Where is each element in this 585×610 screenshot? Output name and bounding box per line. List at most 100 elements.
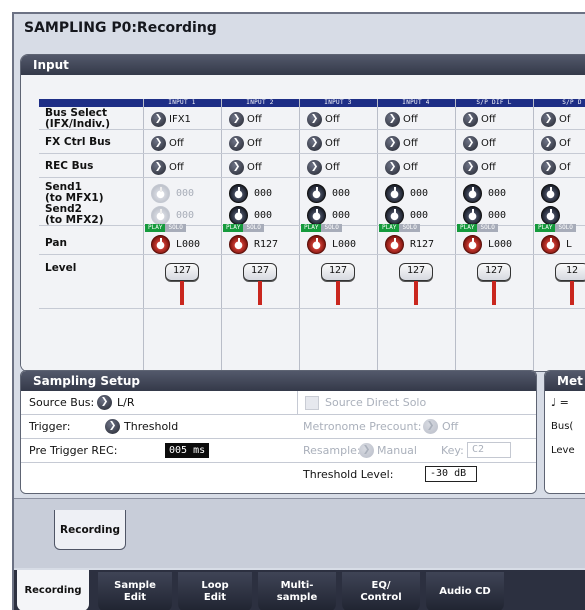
popup-arrow-icon[interactable]: ❯ xyxy=(229,111,244,127)
play-button[interactable]: PLAY xyxy=(379,224,400,232)
level-value[interactable]: 127 xyxy=(321,263,355,281)
pan-knob-cell[interactable]: R127 xyxy=(385,234,434,254)
pan-knob-icon[interactable] xyxy=(151,234,170,254)
tab-loop-edit[interactable]: Loop Edit xyxy=(178,572,252,610)
bus-select-select[interactable]: ❯ Off xyxy=(229,109,262,129)
level-fader[interactable]: 127 xyxy=(477,263,511,305)
knob-icon[interactable] xyxy=(229,205,248,225)
popup-arrow-icon[interactable]: ❯ xyxy=(307,159,322,175)
pan-knob-icon[interactable] xyxy=(307,234,326,254)
trigger-value[interactable]: Threshold xyxy=(124,420,178,434)
tab-multi-sample[interactable]: Multi- sample xyxy=(258,572,336,610)
knob-icon[interactable] xyxy=(385,183,404,203)
knob-icon[interactable] xyxy=(229,183,248,203)
level-value[interactable]: 127 xyxy=(165,263,199,281)
send2-knob-cell[interactable]: 000 xyxy=(385,205,428,225)
send2-knob-cell[interactable] xyxy=(541,205,566,225)
pre-trigger-value[interactable]: 005 ms xyxy=(165,443,210,458)
rec-bus-select[interactable]: ❯ Off xyxy=(385,157,418,177)
fx-ctrl-bus-select[interactable]: ❯ Off xyxy=(307,133,340,153)
pan-knob-cell[interactable]: L000 xyxy=(463,234,512,254)
send1-knob-cell[interactable]: 000 xyxy=(385,183,428,203)
knob-icon[interactable] xyxy=(463,205,482,225)
solo-button[interactable]: SOLO xyxy=(243,224,264,232)
popup-arrow-icon[interactable]: ❯ xyxy=(151,135,166,151)
send2-knob-cell[interactable]: 000 xyxy=(463,205,506,225)
source-bus-value[interactable]: L/R xyxy=(117,396,134,410)
source-bus-popup-icon[interactable]: ❯ xyxy=(97,395,112,410)
popup-arrow-icon[interactable]: ❯ xyxy=(385,111,400,127)
popup-arrow-icon[interactable]: ❯ xyxy=(307,111,322,127)
play-solo-indicator[interactable]: PLAY SOLO xyxy=(145,224,186,232)
rec-bus-select[interactable]: ❯ Off xyxy=(151,157,184,177)
level-value[interactable]: 12 xyxy=(555,263,585,281)
popup-arrow-icon[interactable]: ❯ xyxy=(385,159,400,175)
send1-knob-cell[interactable]: 000 xyxy=(229,183,272,203)
popup-arrow-icon[interactable]: ❯ xyxy=(151,111,166,127)
play-solo-indicator[interactable]: PLAY SOLO xyxy=(535,224,576,232)
popup-arrow-icon[interactable]: ❯ xyxy=(385,135,400,151)
play-solo-indicator[interactable]: PLAY SOLO xyxy=(223,224,264,232)
fx-ctrl-bus-select[interactable]: ❯ Off xyxy=(151,133,184,153)
level-fader[interactable]: 127 xyxy=(399,263,433,305)
rec-bus-select[interactable]: ❯ Off xyxy=(229,157,262,177)
fx-ctrl-bus-select[interactable]: ❯ Off xyxy=(385,133,418,153)
metronome-precount-popup-icon[interactable]: ❯ xyxy=(423,419,438,434)
play-button[interactable]: PLAY xyxy=(535,224,556,232)
level-value[interactable]: 127 xyxy=(477,263,511,281)
bus-select-select[interactable]: ❯ Off xyxy=(385,109,418,129)
level-fader[interactable]: 127 xyxy=(321,263,355,305)
rec-bus-select[interactable]: ❯ Off xyxy=(307,157,340,177)
pan-knob-cell[interactable]: L xyxy=(541,234,572,254)
popup-arrow-icon[interactable]: ❯ xyxy=(463,159,478,175)
fx-ctrl-bus-select[interactable]: ❯ Of xyxy=(541,133,570,153)
rec-bus-select[interactable]: ❯ Of xyxy=(541,157,570,177)
send1-knob-cell[interactable] xyxy=(541,183,566,203)
popup-arrow-icon[interactable]: ❯ xyxy=(541,111,556,127)
key-field[interactable]: C2 xyxy=(467,442,511,458)
popup-arrow-icon[interactable]: ❯ xyxy=(541,135,556,151)
source-direct-solo-checkbox[interactable] xyxy=(305,396,319,410)
popup-arrow-icon[interactable]: ❯ xyxy=(151,159,166,175)
knob-icon[interactable] xyxy=(307,183,326,203)
tab-audio-cd[interactable]: Audio CD xyxy=(426,572,504,610)
solo-button[interactable]: SOLO xyxy=(165,224,186,232)
pan-knob-icon[interactable] xyxy=(541,234,560,254)
popup-arrow-icon[interactable]: ❯ xyxy=(541,159,556,175)
knob-icon[interactable] xyxy=(541,183,560,203)
tab-eq-control[interactable]: EQ/ Control xyxy=(342,572,420,610)
level-fader[interactable]: 127 xyxy=(165,263,199,305)
pan-knob-icon[interactable] xyxy=(229,234,248,254)
play-solo-indicator[interactable]: PLAY SOLO xyxy=(379,224,420,232)
level-fader[interactable]: 127 xyxy=(243,263,277,305)
solo-button[interactable]: SOLO xyxy=(555,224,576,232)
knob-icon[interactable] xyxy=(463,183,482,203)
level-fader[interactable]: 12 xyxy=(555,263,585,305)
pan-knob-cell[interactable]: L000 xyxy=(151,234,200,254)
play-solo-indicator[interactable]: PLAY SOLO xyxy=(457,224,498,232)
solo-button[interactable]: SOLO xyxy=(399,224,420,232)
bus-select-select[interactable]: ❯ Off xyxy=(463,109,496,129)
play-button[interactable]: PLAY xyxy=(301,224,322,232)
pan-knob-cell[interactable]: R127 xyxy=(229,234,278,254)
popup-arrow-icon[interactable]: ❯ xyxy=(463,135,478,151)
knob-icon[interactable] xyxy=(151,205,170,225)
send2-knob-cell[interactable]: 000 xyxy=(151,205,194,225)
trigger-popup-icon[interactable]: ❯ xyxy=(105,419,120,434)
solo-button[interactable]: SOLO xyxy=(477,224,498,232)
tab-sample-edit[interactable]: Sample Edit xyxy=(98,572,172,610)
tab-recording[interactable]: Recording xyxy=(16,570,90,610)
play-button[interactable]: PLAY xyxy=(145,224,166,232)
fx-ctrl-bus-select[interactable]: ❯ Off xyxy=(463,133,496,153)
play-button[interactable]: PLAY xyxy=(457,224,478,232)
solo-button[interactable]: SOLO xyxy=(321,224,342,232)
popup-arrow-icon[interactable]: ❯ xyxy=(463,111,478,127)
subtab-recording[interactable]: Recording xyxy=(54,510,126,550)
level-value[interactable]: 127 xyxy=(243,263,277,281)
knob-icon[interactable] xyxy=(151,183,170,203)
popup-arrow-icon[interactable]: ❯ xyxy=(229,135,244,151)
pan-knob-icon[interactable] xyxy=(385,234,404,254)
play-solo-indicator[interactable]: PLAY SOLO xyxy=(301,224,342,232)
level-value[interactable]: 127 xyxy=(399,263,433,281)
popup-arrow-icon[interactable]: ❯ xyxy=(307,135,322,151)
